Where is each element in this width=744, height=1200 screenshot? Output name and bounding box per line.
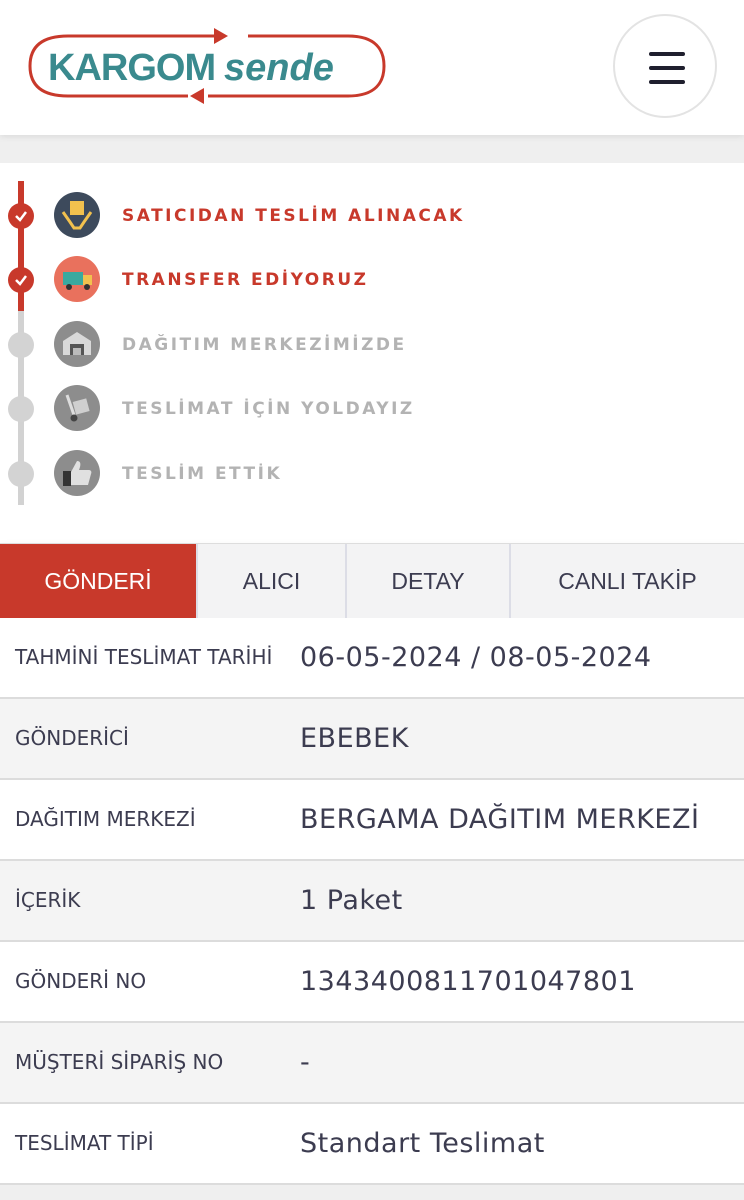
menu-bar [649,66,685,70]
detail-value: 06-05-2024 / 08-05-2024 [300,642,652,673]
step-label: SATICIDAN TESLİM ALINACAK [122,206,465,226]
svg-text:KARGOM: KARGOM [48,47,215,89]
site-header: KARGOM sende [0,0,744,135]
check-icon [8,203,34,229]
menu-bar [649,80,685,84]
detail-row-distribution-center: DAĞITIM MERKEZİ BERGAMA DAĞITIM MERKEZİ [0,780,744,861]
step-label: TESLİM ETTİK [122,464,283,484]
detail-row-shipment-number: GÖNDERİ NO 1343400811701047801 [0,942,744,1023]
detail-key: GÖNDERİ NO [15,969,147,993]
menu-bar [649,52,685,56]
detail-value: BERGAMA DAĞITIM MERKEZİ [300,804,700,835]
tab-alici[interactable]: ALICI [196,544,345,619]
detail-value: - [300,1047,311,1078]
kargomsende-logo[interactable]: KARGOM sende [28,26,386,106]
truck-icon [54,256,100,302]
detail-key: İÇERİK [15,888,81,912]
step-label: TESLİMAT İÇİN YOLDAYIZ [122,399,415,419]
step-label: DAĞITIM MERKEZİMİZDE [122,335,407,355]
thumbs-up-icon [54,450,100,496]
hands-box-icon [54,192,100,238]
hamburger-menu-button[interactable] [613,14,717,118]
detail-key: TAHMİNİ TESLİMAT TARİHİ [15,645,273,669]
detail-value: Standart Teslimat [300,1128,545,1159]
detail-row-delivery-type: TESLİMAT TİPİ Standart Teslimat [0,1104,744,1185]
step-transfer: TRANSFER EDİYORUZ [0,249,744,309]
detail-row-customer-order-number: MÜŞTERİ SİPARİŞ NO - [0,1023,744,1104]
detail-value: 1 Paket [300,885,403,916]
detail-value: EBEBEK [300,723,409,754]
pending-dot [8,332,34,358]
detail-key: DAĞITIM MERKEZİ [15,807,196,831]
detail-row-sender: GÖNDERİCİ EBEBEK [0,699,744,780]
detail-key: GÖNDERİCİ [15,726,129,750]
check-icon [8,267,34,293]
tab-canli-takip[interactable]: CANLI TAKİP [509,544,744,619]
shipment-status-tracker: SATICIDAN TESLİM ALINACAK TRANSFER EDİYO… [0,163,744,543]
tab-gonderi[interactable]: GÖNDERİ [0,544,196,633]
shipment-details-table: TAHMİNİ TESLİMAT TARİHİ 06-05-2024 / 08-… [0,618,744,1185]
pending-dot [8,396,34,422]
warehouse-icon [54,321,100,367]
step-seller-pickup: SATICIDAN TESLİM ALINACAK [0,185,744,245]
hand-truck-icon [54,385,100,431]
detail-key: TESLİMAT TİPİ [15,1131,154,1155]
shipment-tabs: GÖNDERİ ALICI DETAY CANLI TAKİP [0,543,744,633]
detail-value: 1343400811701047801 [300,966,636,997]
detail-row-estimated-delivery: TAHMİNİ TESLİMAT TARİHİ 06-05-2024 / 08-… [0,618,744,699]
step-out-for-delivery: TESLİMAT İÇİN YOLDAYIZ [0,378,744,438]
step-label: TRANSFER EDİYORUZ [122,270,369,290]
detail-row-content: İÇERİK 1 Paket [0,861,744,942]
step-delivered: TESLİM ETTİK [0,443,744,503]
pending-dot [8,461,34,487]
step-distribution-center: DAĞITIM MERKEZİMİZDE [0,314,744,374]
svg-text:sende: sende [224,47,334,89]
tab-detay[interactable]: DETAY [345,544,509,619]
detail-key: MÜŞTERİ SİPARİŞ NO [15,1050,224,1074]
